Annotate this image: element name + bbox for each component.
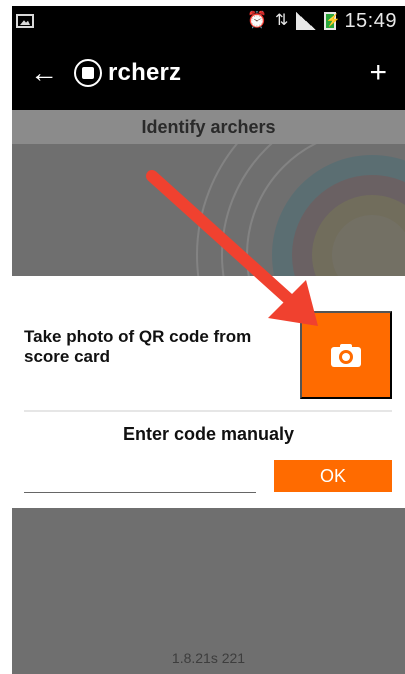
data-icon: ⇅ xyxy=(275,12,289,29)
ok-button[interactable]: OK xyxy=(274,460,392,492)
manual-entry-title: Enter code manualy xyxy=(122,424,295,444)
phone-screen: ⏰ ⇅ 15:49 ← rcherz + Identify archers xyxy=(0,0,405,674)
logo-text: rcherz xyxy=(108,59,182,86)
app-bar: ← rcherz + xyxy=(12,36,405,110)
divider xyxy=(24,410,392,412)
code-input[interactable] xyxy=(24,460,256,493)
signal-icon xyxy=(296,12,317,30)
app-logo: rcherz xyxy=(74,59,181,87)
back-arrow-icon[interactable]: ← xyxy=(30,59,58,87)
battery-charging-icon xyxy=(324,12,340,30)
archerz-logo-icon xyxy=(74,59,102,87)
manual-entry-row: OK xyxy=(24,456,392,496)
image-icon xyxy=(16,14,34,28)
qr-prompt: Take photo of QR code from score card xyxy=(24,327,252,367)
status-time: 15:49 xyxy=(344,9,397,32)
qr-photo-row: Take photo of QR code from score card xyxy=(24,311,392,399)
archery-target-graphic xyxy=(196,144,405,280)
alarm-icon: ⏰ xyxy=(247,12,268,29)
add-icon[interactable]: + xyxy=(369,58,387,88)
status-right: ⏰ ⇅ 15:49 xyxy=(247,10,405,33)
version-label: 1.8.21s 221 xyxy=(171,650,246,666)
camera-button[interactable] xyxy=(300,311,392,399)
camera-icon xyxy=(331,344,361,367)
identify-archers-dialog: Take photo of QR code from score card En… xyxy=(12,276,405,508)
status-bar: ⏰ ⇅ 15:49 xyxy=(12,6,405,36)
